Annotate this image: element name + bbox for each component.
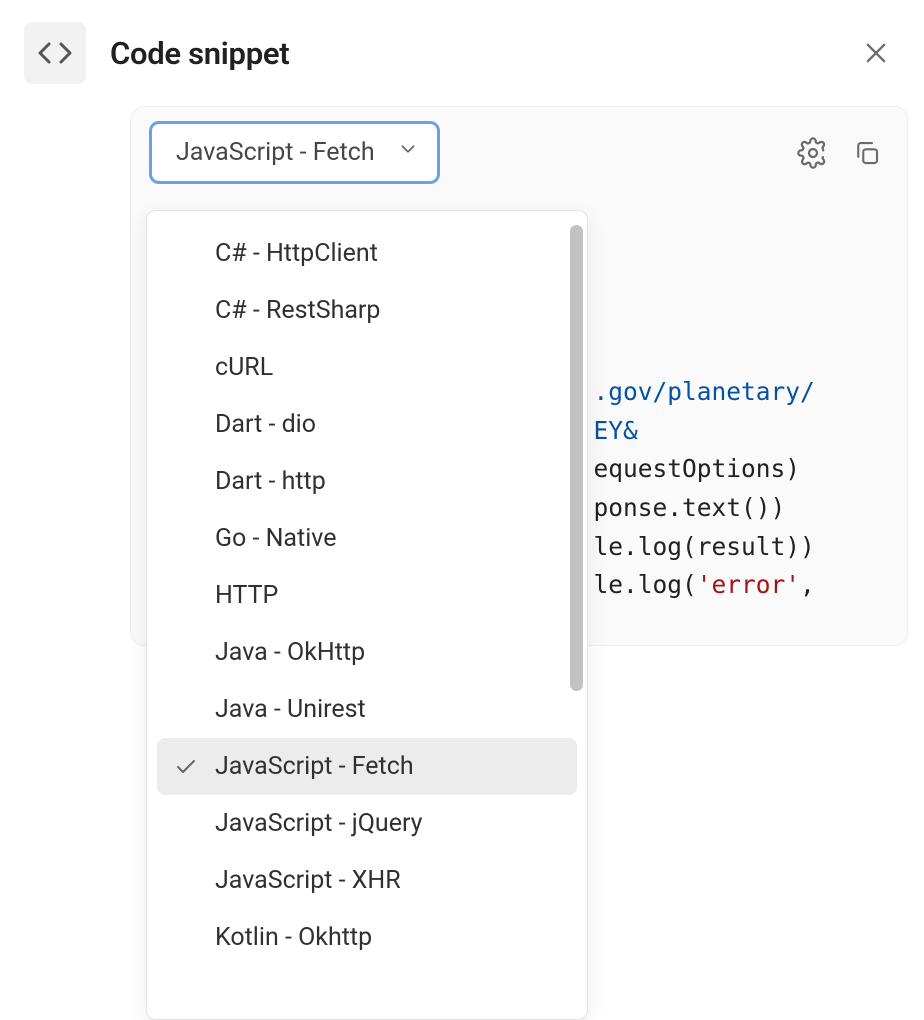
dropdown-option[interactable]: JavaScript - XHR — [157, 852, 577, 909]
dropdown-option[interactable]: Java - Unirest — [157, 681, 577, 738]
dropdown-option-label: Dart - http — [215, 467, 565, 496]
dropdown-option[interactable]: C# - HttpClient — [157, 225, 577, 282]
dropdown-option-label: Java - Unirest — [215, 695, 565, 724]
dropdown-option-label: C# - RestSharp — [215, 296, 565, 325]
dropdown-option[interactable]: Kotlin - Okhttp — [157, 909, 577, 966]
settings-button[interactable] — [791, 131, 835, 175]
dropdown-option-label: JavaScript - Fetch — [215, 752, 565, 781]
code-url-2: EY& — [594, 416, 638, 445]
copy-button[interactable] — [845, 131, 889, 175]
language-dropdown: C# - HttpClient C# - RestSharp cURL Dart - … — [146, 210, 588, 1020]
dropdown-option[interactable]: Dart - http — [157, 453, 577, 510]
dropdown-option-label: cURL — [215, 353, 565, 382]
code-line-3: equestOptions) — [594, 454, 801, 483]
dropdown-option-label: Kotlin - Okhttp — [215, 923, 565, 952]
code-line-6-str: 'error' — [697, 570, 800, 599]
chevron-down-icon — [397, 138, 419, 167]
dropdown-option-label: Go - Native — [215, 524, 565, 553]
code-url-1: .gov/planetary/ — [594, 377, 815, 406]
close-button[interactable] — [856, 33, 896, 73]
code-line-4: ponse.text()) — [594, 493, 786, 522]
dropdown-option-label: Dart - dio — [215, 410, 565, 439]
dropdown-option[interactable]: HTTP — [157, 567, 577, 624]
dropdown-option-label: HTTP — [215, 581, 565, 610]
dropdown-option[interactable]: JavaScript - jQuery — [157, 795, 577, 852]
dropdown-option-label: Java - OkHttp — [215, 638, 565, 667]
dropdown-option[interactable]: JavaScript - Fetch — [157, 738, 577, 795]
language-select-label: JavaScript - Fetch — [176, 138, 375, 167]
scrollbar-thumb[interactable] — [570, 225, 583, 691]
panel-title: Code snippet — [110, 35, 832, 72]
dropdown-option[interactable]: C# - RestSharp — [157, 282, 577, 339]
dropdown-option[interactable]: Go - Native — [157, 510, 577, 567]
code-line-5: le.log(result)) — [594, 532, 815, 561]
dropdown-option[interactable]: Java - OkHttp — [157, 624, 577, 681]
dropdown-option[interactable]: Dart - dio — [157, 396, 577, 453]
code-line-6b: , — [800, 570, 815, 599]
dropdown-option[interactable]: cURL — [157, 339, 577, 396]
code-line-6a: le.log( — [594, 570, 697, 599]
toolbar: JavaScript - Fetch — [131, 107, 907, 198]
dropdown-option-label: JavaScript - XHR — [215, 866, 565, 895]
code-icon — [24, 22, 86, 84]
check-icon — [171, 755, 201, 779]
header: Code snippet — [0, 0, 924, 106]
dropdown-option-label: C# - HttpClient — [215, 239, 565, 268]
dropdown-option-label: JavaScript - jQuery — [215, 809, 565, 838]
language-select[interactable]: JavaScript - Fetch — [149, 121, 440, 184]
